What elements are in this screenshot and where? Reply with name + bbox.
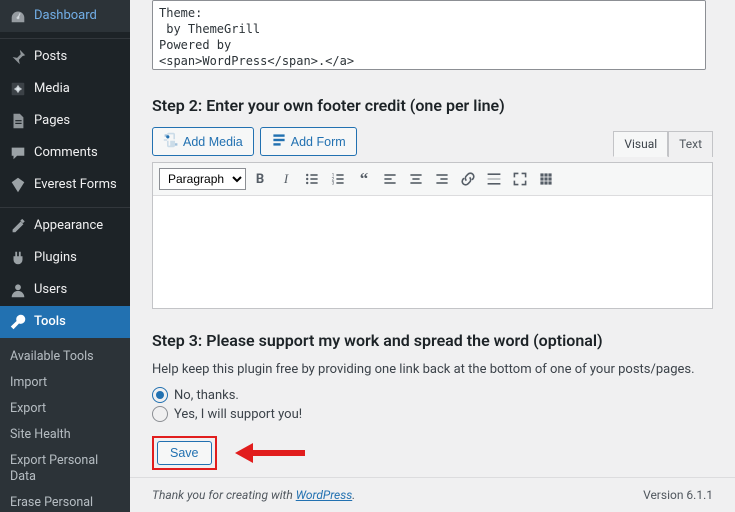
sidebar-item-label: Appearance [34,217,103,235]
rich-editor: Paragraph B I 123 “ [152,162,713,309]
main-content: Step 2: Enter your own footer credit (on… [130,0,735,512]
sidebar-item-label: Tools [34,313,66,331]
step2-heading: Step 2: Enter your own footer credit (on… [152,96,713,115]
pages-icon [8,111,28,131]
sidebar-item-posts[interactable]: Posts [0,41,130,73]
footer-wordpress-link[interactable]: WordPress [296,488,353,502]
sidebar-item-tools[interactable]: Tools [0,306,130,338]
italic-button[interactable]: I [274,167,298,191]
editor-tabs: Visual Text [613,131,713,157]
sidebar-item-label: Media [34,80,70,98]
submenu-item-available-tools[interactable]: Available Tools [0,344,130,370]
tools-icon [8,312,28,332]
bold-button[interactable]: B [248,167,272,191]
footer-version: Version 6.1.1 [643,488,713,502]
submenu-item-export[interactable]: Export [0,396,130,422]
sidebar-item-label: Dashboard [34,7,97,25]
link-button[interactable] [456,167,480,191]
sidebar-item-label: Plugins [34,249,77,267]
users-icon [8,280,28,300]
format-select[interactable]: Paragraph [159,168,246,190]
media-icon [8,79,28,99]
ol-button[interactable]: 123 [326,167,350,191]
fullscreen-button[interactable] [508,167,532,191]
align-left-button[interactable] [378,167,402,191]
add-media-label: Add Media [183,135,243,149]
sidebar-item-everest-forms[interactable]: Everest Forms [0,169,130,201]
pin-icon [8,47,28,67]
add-media-button[interactable]: Add Media [152,127,254,156]
wp-footer: Thank you for creating with WordPress. V… [130,477,735,512]
annotation-arrow-icon [235,441,305,465]
sidebar-item-label: Comments [34,144,98,162]
step3-description: Help keep this plugin free by providing … [152,362,713,377]
svg-text:3: 3 [332,181,335,187]
align-center-button[interactable] [404,167,428,191]
radio-yes-row[interactable]: Yes, I will support you! [152,406,713,422]
readmore-button[interactable] [482,167,506,191]
add-form-icon [271,132,287,151]
sidebar-item-appearance[interactable]: Appearance [0,210,130,242]
sidebar-item-pages[interactable]: Pages [0,105,130,137]
add-media-icon [163,132,179,151]
editor-toolbar: Paragraph B I 123 “ [153,163,712,196]
dashboard-icon [8,6,28,26]
sidebar-item-users[interactable]: Users [0,274,130,306]
align-right-button[interactable] [430,167,454,191]
admin-sidebar: Dashboard Posts Media Pages Comments Everest … [0,0,130,512]
submenu-item-export-personal-data[interactable]: Export Personal Data [0,448,130,490]
sidebar-item-label: Posts [34,48,67,66]
sidebar-item-dashboard[interactable]: Dashboard [0,0,130,32]
sidebar-item-plugins[interactable]: Plugins [0,242,130,274]
add-form-label: Add Form [291,135,346,149]
quote-button[interactable]: “ [352,167,376,191]
radio-no[interactable] [152,387,168,403]
forms-icon [8,175,28,195]
save-highlight-annotation: Save [152,436,217,470]
plugins-icon [8,248,28,268]
comments-icon [8,143,28,163]
toolbar-toggle-button[interactable] [534,167,558,191]
sidebar-item-label: Users [34,281,67,299]
radio-yes-label: Yes, I will support you! [174,407,302,422]
radio-no-row[interactable]: No, thanks. [152,387,713,403]
tab-visual[interactable]: Visual [613,131,668,157]
footer-thanks-prefix: Thank you for creating with [152,488,296,502]
sidebar-item-label: Everest Forms [34,176,117,194]
submenu-item-site-health[interactable]: Site Health [0,422,130,448]
save-button[interactable]: Save [157,441,212,465]
editor-media-row: Add Media Add Form Visual Text [152,127,713,156]
footer-remove-textarea[interactable] [152,0,706,70]
radio-no-label: No, thanks. [174,388,239,403]
submenu-item-erase-personal-data[interactable]: Erase Personal Data [0,490,130,512]
tab-text[interactable]: Text [668,131,713,157]
footer-thanks-suffix: . [352,488,355,502]
ul-button[interactable] [300,167,324,191]
sidebar-item-comments[interactable]: Comments [0,137,130,169]
add-form-button[interactable]: Add Form [260,127,357,156]
appearance-icon [8,216,28,236]
sidebar-item-label: Pages [34,112,70,130]
submenu-item-import[interactable]: Import [0,370,130,396]
step3-heading: Step 3: Please support my work and sprea… [152,331,713,350]
radio-yes[interactable] [152,406,168,422]
editor-content[interactable] [153,196,712,308]
sidebar-item-media[interactable]: Media [0,73,130,105]
